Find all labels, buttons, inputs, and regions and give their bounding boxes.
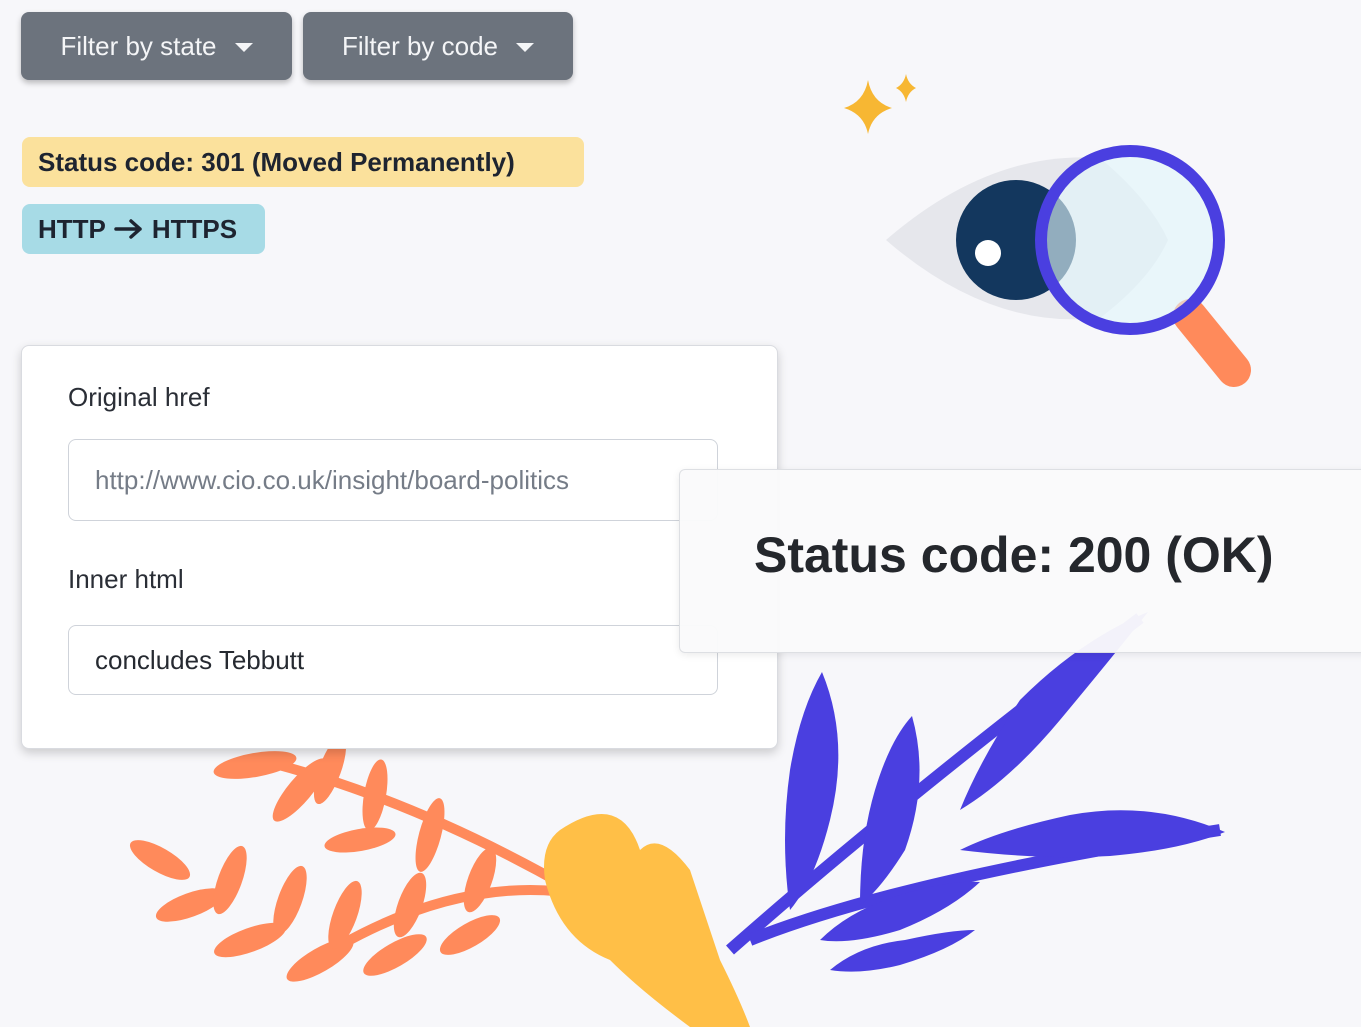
inner-html-field[interactable]: concludes Tebbutt — [68, 625, 718, 695]
inner-html-label: Inner html — [68, 564, 184, 594]
protocol-badge: HTTP HTTPS — [22, 204, 265, 254]
filter-by-state-label: Filter by state — [60, 30, 217, 61]
caret-down-icon — [234, 42, 253, 52]
leaf-icon — [726, 612, 1225, 972]
filter-by-code-label: Filter by code — [341, 30, 499, 61]
magnifier-icon — [1035, 145, 1251, 387]
original-href-field[interactable]: http://www.cio.co.uk/insight/board-polit… — [68, 439, 718, 521]
link-details-card: Original href http://www.cio.co.uk/insig… — [21, 345, 778, 749]
status-panel-text: Status code: 200 (OK) — [754, 527, 1274, 583]
inner-html-value: concludes Tebbutt — [95, 644, 305, 675]
status-badge: Status code: 301 (Moved Permanently) — [22, 137, 584, 187]
caret-down-icon — [516, 42, 535, 52]
sparkle-icon — [844, 74, 916, 134]
arrow-right-icon — [114, 219, 142, 239]
filter-by-code-button[interactable]: Filter by code — [303, 12, 573, 80]
protocol-from: HTTP — [38, 213, 106, 244]
original-href-placeholder: http://www.cio.co.uk/insight/board-polit… — [95, 464, 569, 495]
protocol-to: HTTPS — [151, 213, 238, 244]
filter-by-state-button[interactable]: Filter by state — [21, 12, 292, 80]
original-href-label: Original href — [68, 382, 210, 412]
leaf-icon — [129, 735, 593, 982]
status-panel: Status code: 200 (OK) — [679, 469, 1361, 653]
status-badge-text: Status code: 301 (Moved Permanently) — [38, 146, 515, 177]
leaf-icon — [544, 814, 750, 1027]
